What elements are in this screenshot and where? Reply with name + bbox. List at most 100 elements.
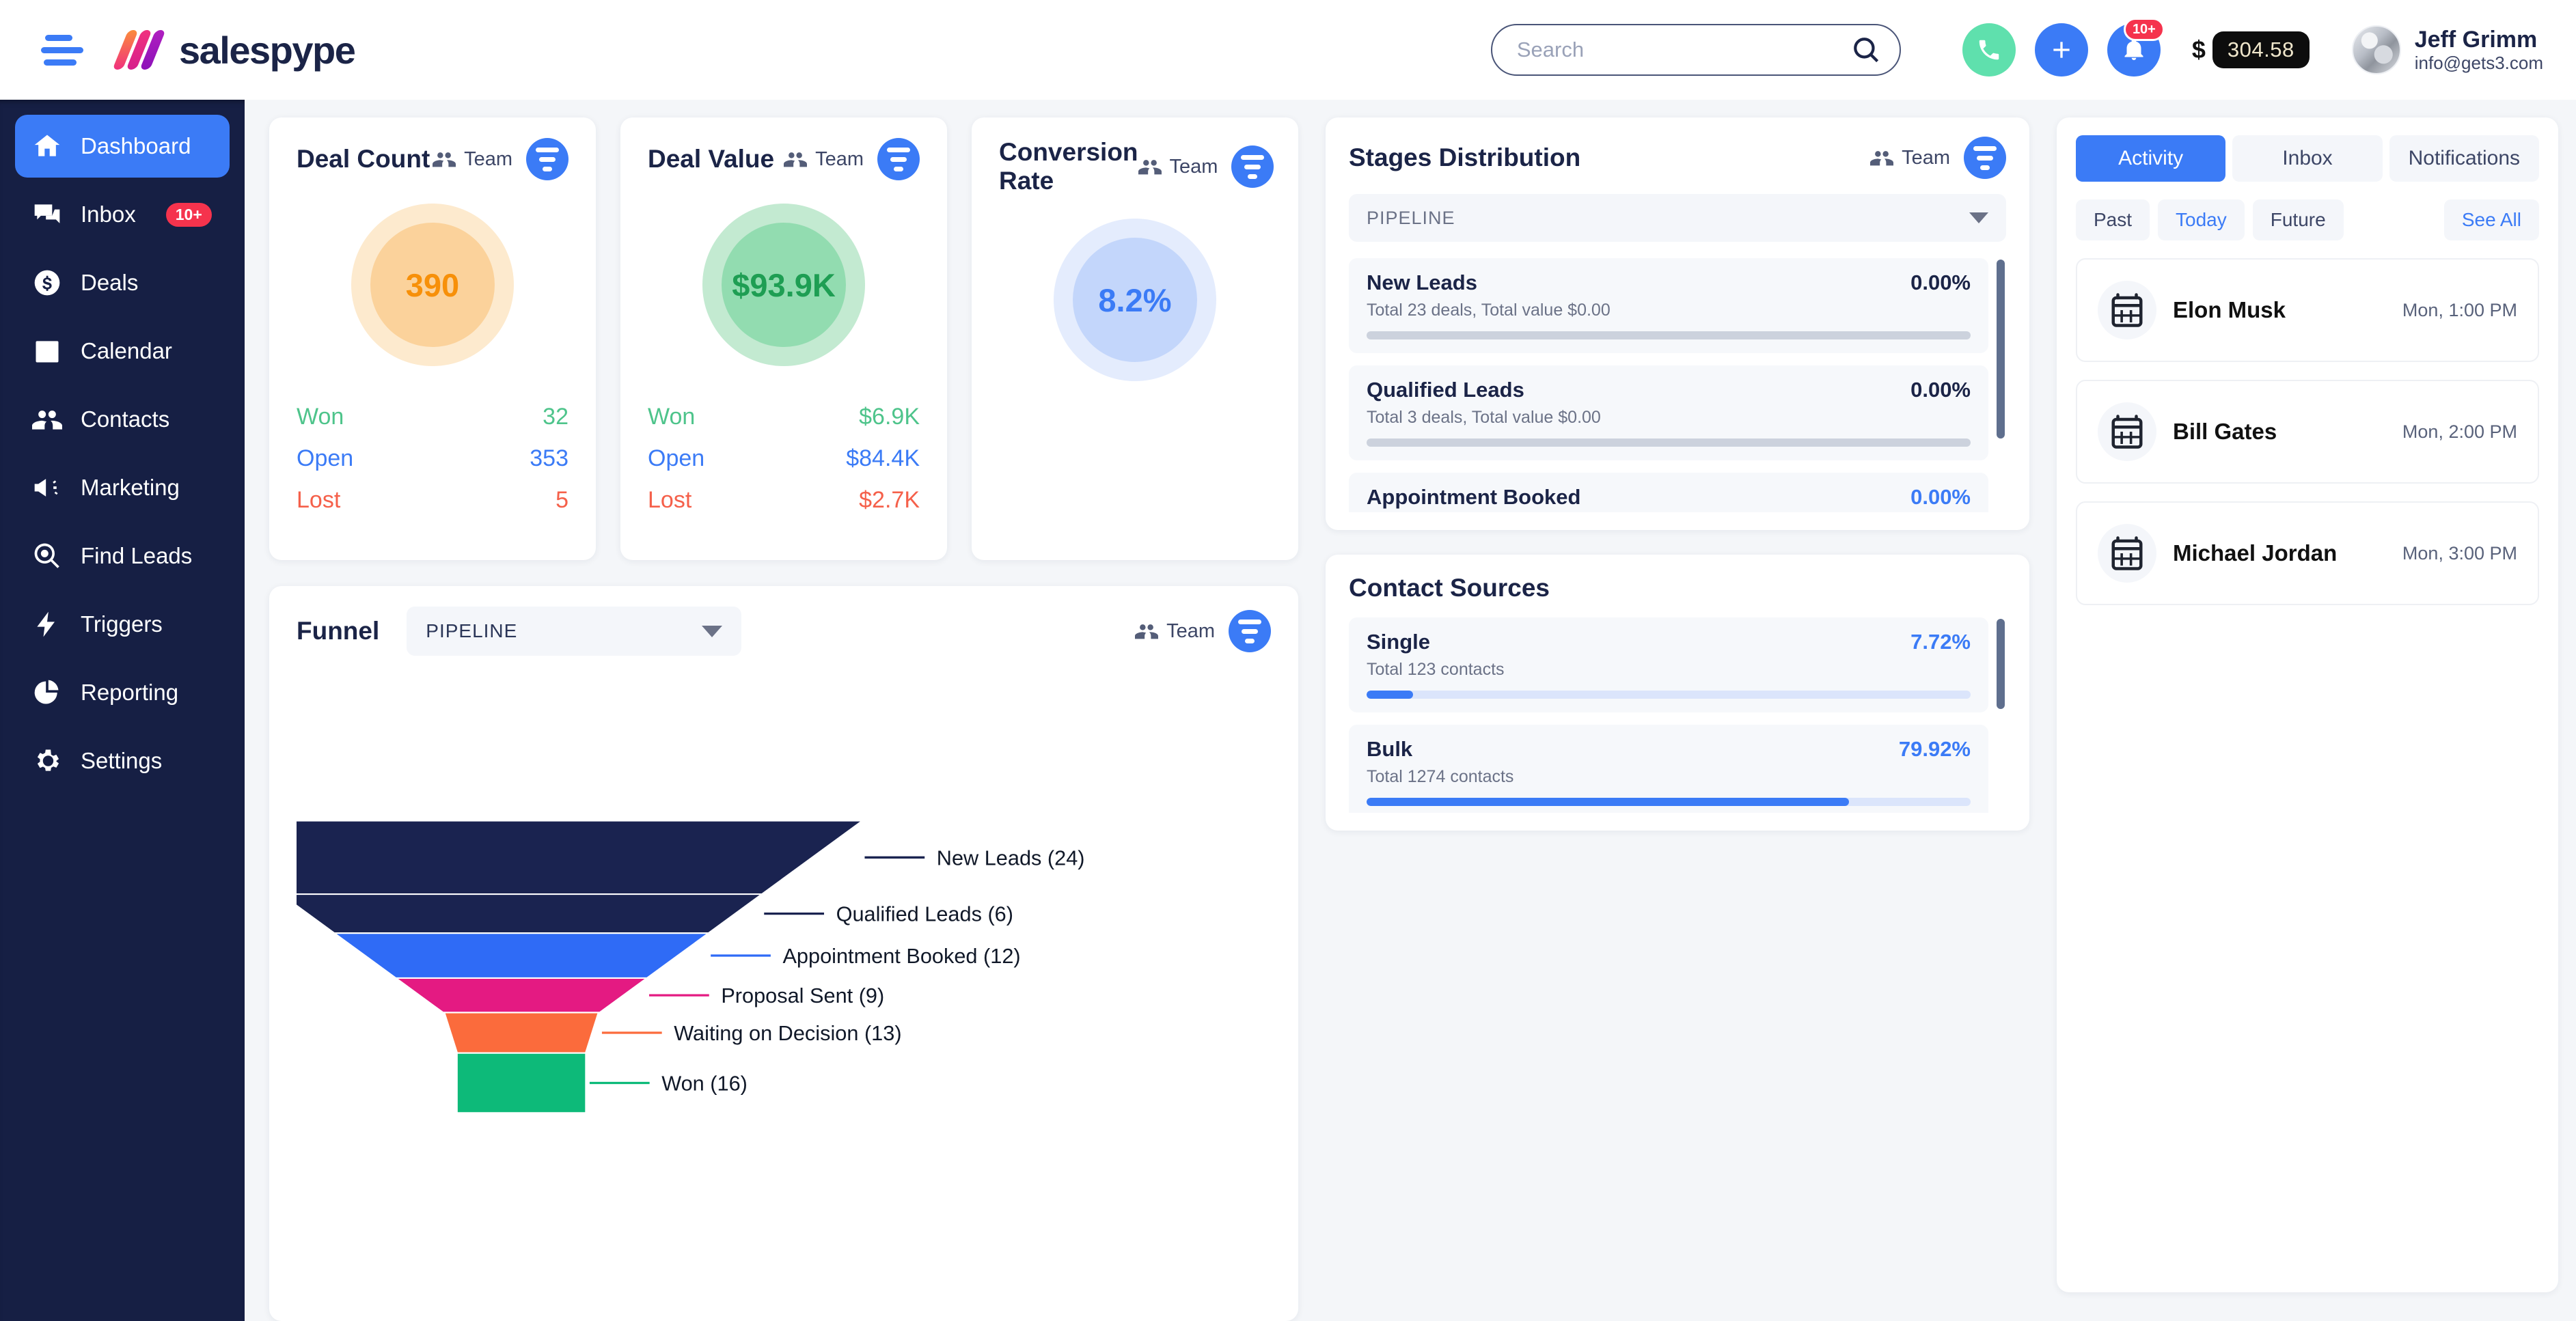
funnel-header-actions: Team xyxy=(1135,610,1271,652)
kpi-stat-rows: Won 32 Open 353 Lost 5 xyxy=(297,396,568,521)
kpi-stat-value: $84.4K xyxy=(846,445,920,471)
kpi-stat-label: Won xyxy=(648,404,696,430)
stages-team-label: Team xyxy=(1902,146,1950,169)
list-item-name: Single xyxy=(1367,630,1431,654)
list-item[interactable]: Appointment Booked0.00%Total 2 deals, To… xyxy=(1349,473,1988,512)
chevron-down-icon xyxy=(702,625,723,637)
sources-scrollbar[interactable] xyxy=(1997,619,2005,709)
funnel-team-filter[interactable]: Team xyxy=(1135,620,1215,643)
filter-chip-past[interactable]: Past xyxy=(2076,199,2150,240)
search-input[interactable] xyxy=(1490,24,1901,76)
sidebar-item-settings[interactable]: Settings xyxy=(15,729,230,792)
kpi-team-filter[interactable]: Team xyxy=(433,148,512,171)
funnel-filter-icon[interactable] xyxy=(1229,610,1271,652)
kpi-card-header: Deal Value Team xyxy=(648,138,920,180)
kpi-team-filter[interactable]: Team xyxy=(1138,155,1218,178)
list-item[interactable]: Single 7.72% Total 123 contacts xyxy=(1349,617,1988,712)
list-item[interactable]: Qualified Leads 0.00% Total 3 deals, Total… xyxy=(1349,365,1988,460)
balance-display[interactable]: $ 304.58 xyxy=(2192,31,2310,68)
stages-list: New Leads 0.00% Total 23 deals, Total valu… xyxy=(1349,258,2006,512)
megaphone-icon xyxy=(31,472,63,503)
tab-inbox[interactable]: Inbox xyxy=(2232,135,2383,182)
brand-name: salespype xyxy=(179,28,356,72)
user-menu[interactable]: Jeff Grimm info@gets3.com xyxy=(2351,25,2543,74)
filter-chip-today[interactable]: Today xyxy=(2158,199,2245,240)
sidebar-item-inbox[interactable]: Inbox 10+ xyxy=(15,183,230,246)
kpi-bubble-wrap: 390 xyxy=(297,204,568,366)
call-button[interactable] xyxy=(1962,23,2016,77)
funnel-chart: New Leads (24) Qualified Leads (6) Appoint… xyxy=(297,665,1271,1307)
filter-icon[interactable] xyxy=(877,138,920,180)
kpi-card-deal-value: Deal Value Team $93.9K Won $6.9K Open $84.4K Lo… xyxy=(620,111,947,560)
brand-logo[interactable]: salespype xyxy=(112,28,356,72)
sidebar-item-reporting[interactable]: Reporting xyxy=(15,661,230,724)
sources-list-items: Single 7.72% Total 123 contacts Bulk 79.92% T… xyxy=(1349,617,2006,813)
kpi-card-header: Conversion Rate Team xyxy=(999,138,1274,195)
progress-track xyxy=(1367,439,1971,447)
funnel-pipeline-select[interactable]: PIPELINE xyxy=(407,607,742,656)
people-icon xyxy=(1135,624,1159,639)
kpi-bubble-wrap: 8.2% xyxy=(999,219,1271,381)
filter-chip-future[interactable]: Future xyxy=(2252,199,2344,240)
hamburger-bar-1 xyxy=(45,34,72,41)
search-pin-icon xyxy=(31,540,63,572)
user-email: info@gets3.com xyxy=(2414,52,2543,73)
activity-card: Activity Inbox Notifications Past Today Futu… xyxy=(2057,117,2558,1292)
tab-activity[interactable]: Activity xyxy=(2076,135,2226,182)
list-item[interactable]: Bulk 79.92% Total 1274 contacts xyxy=(1349,725,1988,813)
activity-item[interactable]: Bill Gates Mon, 2:00 PM xyxy=(2076,380,2539,484)
user-info: Jeff Grimm info@gets3.com xyxy=(2415,27,2543,74)
activity-item[interactable]: Elon Musk Mon, 1:00 PM xyxy=(2076,258,2539,362)
stages-pipeline-select[interactable]: PIPELINE xyxy=(1349,194,2006,242)
kpi-stat-rows: Won $6.9K Open $84.4K Lost $2.7K xyxy=(648,396,920,521)
sidebar-item-dashboard[interactable]: Dashboard xyxy=(15,115,230,178)
kpi-stat-value: 5 xyxy=(556,487,568,513)
sources-header: Contact Sources xyxy=(1349,574,2006,602)
list-item-subtitle: Total 123 contacts xyxy=(1367,660,1505,679)
list-item-top: Appointment Booked 0.00% xyxy=(1367,485,1971,510)
list-item[interactable]: New Leads 0.00% Total 23 deals, Total valu… xyxy=(1349,258,1988,353)
hamburger-bar-2 xyxy=(41,46,83,53)
filter-icon[interactable] xyxy=(1231,145,1274,188)
add-button[interactable] xyxy=(2034,23,2088,77)
kpi-team-filter[interactable]: Team xyxy=(784,148,864,171)
svg-text:Waiting on Decision (13): Waiting on Decision (13) xyxy=(674,1021,901,1045)
contact-sources-card: Contact Sources Single 7.72% Total 123 con… xyxy=(1326,548,2029,831)
sidebar-item-triggers[interactable]: Triggers xyxy=(15,593,230,656)
see-all-link[interactable]: See All xyxy=(2443,199,2539,240)
stages-filter-icon[interactable] xyxy=(1964,137,2006,179)
sidebar-item-label: Calendar xyxy=(81,338,172,363)
list-item-name: Appointment Booked xyxy=(1367,485,1581,509)
progress-track xyxy=(1367,691,1971,699)
hamburger-menu-icon[interactable] xyxy=(41,34,90,66)
stages-scrollbar[interactable] xyxy=(1997,260,2005,439)
list-item-top: New Leads 0.00% xyxy=(1367,270,1971,295)
list-item-top: Bulk 79.92% xyxy=(1367,737,1971,762)
filter-icon[interactable] xyxy=(526,138,568,180)
funnel-card: Funnel PIPELINE Team New Leads (24) Qual… xyxy=(269,580,1298,1321)
sidebar-item-marketing[interactable]: Marketing xyxy=(15,456,230,519)
chevron-down-icon xyxy=(1969,212,1988,223)
sidebar-item-deals[interactable]: Deals xyxy=(15,251,230,314)
sidebar-item-calendar[interactable]: Calendar xyxy=(15,320,230,383)
tab-notifications[interactable]: Notifications xyxy=(2389,135,2539,182)
stages-distribution-card: Stages Distribution Team PIPELINE New Le… xyxy=(1326,111,2029,530)
people-icon xyxy=(784,152,808,167)
activity-item[interactable]: Michael Jordan Mon, 3:00 PM xyxy=(2076,501,2539,605)
bolt-icon xyxy=(31,609,63,640)
progress-track xyxy=(1367,798,1971,806)
kpi-stat-value: 353 xyxy=(530,445,568,471)
user-name: Jeff Grimm xyxy=(2414,26,2538,53)
activity-time: Mon, 3:00 PM xyxy=(2402,542,2517,564)
progress-track xyxy=(1367,331,1971,339)
search-icon[interactable] xyxy=(1852,36,1880,64)
list-item-top: Qualified Leads 0.00% xyxy=(1367,378,1971,402)
sidebar-item-contacts[interactable]: Contacts xyxy=(15,388,230,451)
sidebar-item-find-leads[interactable]: Find Leads xyxy=(15,525,230,587)
kpi-stat-row: Open 353 xyxy=(297,438,568,479)
kpi-card-title: Deal Count xyxy=(297,145,430,173)
notifications-button[interactable]: 10+ xyxy=(2107,18,2165,77)
stages-team-filter[interactable]: Team xyxy=(1870,146,1950,169)
list-item-name: New Leads xyxy=(1367,270,1477,294)
svg-text:Proposal Sent (9): Proposal Sent (9) xyxy=(721,984,884,1007)
